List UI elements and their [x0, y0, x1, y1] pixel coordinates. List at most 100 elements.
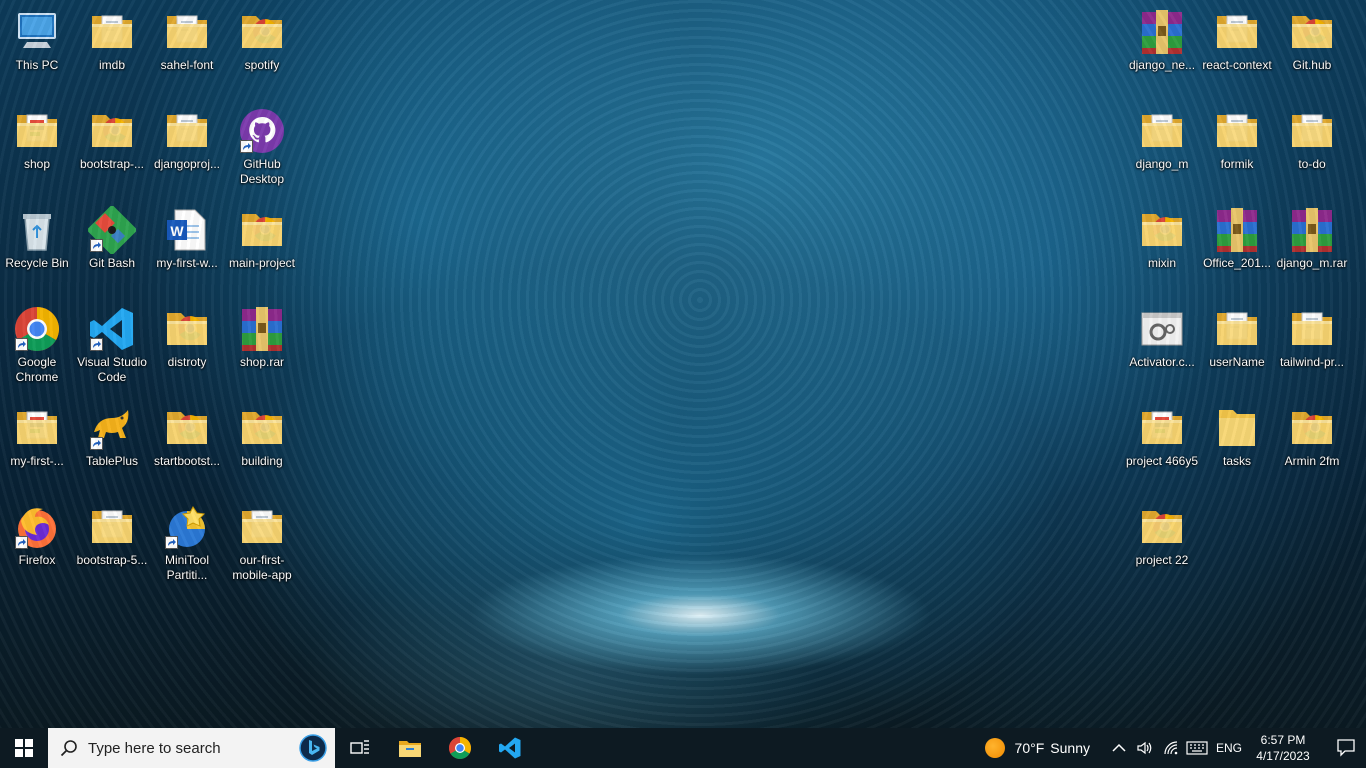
desktop-icon[interactable]: Firefox [0, 503, 75, 568]
desktop-icon-label: main-project [228, 256, 296, 270]
desktop-icon[interactable]: shop [0, 107, 75, 172]
desktop-icon-label: bootstrap-... [79, 157, 145, 171]
notification-icon [1337, 739, 1355, 757]
desktop-icon[interactable]: main-project [224, 206, 300, 271]
desktop-icon[interactable]: formik [1199, 107, 1275, 172]
desktop-icon[interactable]: project 22 [1124, 503, 1200, 568]
desktop-icon-label: Armin 2fm [1284, 454, 1340, 468]
firefox-icon [13, 503, 61, 551]
keyboard-icon [1186, 741, 1208, 755]
taskbar-vscode[interactable] [485, 728, 535, 768]
desktop-icon-label: shop [23, 157, 51, 171]
search-box[interactable]: Type here to search [48, 728, 335, 768]
touch-keyboard-button[interactable] [1185, 740, 1209, 756]
shortcut-arrow-icon [15, 536, 28, 549]
desktop-icon[interactable]: shop.rar [224, 305, 300, 370]
chevron-up-icon [1112, 743, 1126, 752]
desktop-icon[interactable]: Google Chrome [0, 305, 75, 385]
desktop-icon[interactable]: This PC [0, 8, 75, 73]
desktop-icon[interactable]: bootstrap-... [74, 107, 150, 172]
desktop-icon[interactable]: our-first-mobile-app [224, 503, 300, 583]
desktop-icon[interactable]: Activator.c... [1124, 305, 1200, 370]
network-button[interactable] [1159, 740, 1183, 756]
desktop-icon[interactable]: django_m.rar [1274, 206, 1350, 271]
desktop-icon[interactable]: distroty [149, 305, 225, 370]
volume-button[interactable] [1133, 740, 1157, 756]
folder-icon [88, 8, 136, 56]
desktop-icon[interactable]: bootstrap-5... [74, 503, 150, 568]
desktop-background[interactable]: This PC imdb sahel-font spotify shop bootstra… [0, 0, 1366, 728]
desktop-icon[interactable]: project 466y5 [1124, 404, 1200, 469]
tableplus-icon [88, 404, 136, 452]
desktop-icon-label: GitHub Desktop [239, 157, 285, 186]
desktop-icon[interactable]: userName [1199, 305, 1275, 370]
desktop-icon[interactable]: tasks [1199, 404, 1275, 469]
vscode-icon [499, 737, 521, 759]
desktop-icon[interactable]: djangoproj... [149, 107, 225, 172]
desktop-icon[interactable]: Office_201... [1199, 206, 1275, 271]
clock[interactable]: 6:57 PM 4/17/2023 [1252, 732, 1314, 764]
taskbar-file-explorer[interactable] [385, 728, 435, 768]
desktop-icon[interactable]: django_ne... [1124, 8, 1200, 73]
desktop-icon[interactable]: imdb [74, 8, 150, 73]
winrar-icon [238, 305, 286, 353]
desktop-icon-label: Recycle Bin [5, 256, 69, 270]
github-icon [238, 107, 286, 155]
input-language[interactable]: ENG [1216, 741, 1242, 755]
system-tray: 70°F Sunny ENG 6:57 PM 4/17/2023 [984, 728, 1366, 768]
desktop-icon[interactable]: react-context [1199, 8, 1275, 73]
folder-icon [238, 503, 286, 551]
weather-widget[interactable]: 70°F Sunny [984, 738, 1096, 758]
folder-icon [1138, 404, 1186, 452]
desktop-icon[interactable]: Armin 2fm [1274, 404, 1350, 469]
desktop-icon-label: tasks [1222, 454, 1251, 468]
taskbar-chrome[interactable] [435, 728, 485, 768]
desktop-icon[interactable]: django_m [1124, 107, 1200, 172]
show-hidden-icons-button[interactable] [1107, 740, 1131, 756]
start-button[interactable] [0, 728, 48, 768]
desktop-icon[interactable]: Visual Studio Code [74, 305, 150, 385]
folder-icon [163, 107, 211, 155]
desktop-icon-label: This PC [15, 58, 59, 72]
desktop-icon[interactable]: Git.hub [1274, 8, 1350, 73]
desktop-icon-label: django_ne... [1128, 58, 1196, 72]
desktop-icon[interactable]: my-first-... [0, 404, 75, 469]
folder-icon [1213, 107, 1261, 155]
svg-text:W: W [170, 223, 184, 239]
notification-center-button[interactable] [1326, 739, 1366, 757]
folder-chrome-icon [1288, 404, 1336, 452]
settings-file-icon [1138, 305, 1186, 353]
desktop-icon[interactable]: startbootst... [149, 404, 225, 469]
folder-icon [1138, 107, 1186, 155]
desktop-icon[interactable]: spotify [224, 8, 300, 73]
winrar-icon [1138, 8, 1186, 56]
desktop-icon[interactable]: mixin [1124, 206, 1200, 271]
desktop-icon[interactable]: tailwind-pr... [1274, 305, 1350, 370]
desktop-icon[interactable]: building [224, 404, 300, 469]
desktop-icon[interactable]: Recycle Bin [0, 206, 75, 271]
speaker-icon [1137, 741, 1152, 755]
folder-icon [13, 404, 61, 452]
desktop-icon-label: django_m [1135, 157, 1189, 171]
desktop-icon[interactable]: Git Bash [74, 206, 150, 271]
git-bash-icon [88, 206, 136, 254]
chrome-icon [449, 737, 471, 759]
desktop-icon[interactable]: GitHub Desktop [224, 107, 300, 187]
task-view-button[interactable] [335, 728, 385, 768]
desktop-icon[interactable]: to-do [1274, 107, 1350, 172]
desktop-icon[interactable]: MiniTool Partiti... [149, 503, 225, 583]
desktop-icon-label: to-do [1298, 157, 1326, 171]
clock-date: 4/17/2023 [1256, 749, 1310, 763]
desktop-icon-label: djangoproj... [153, 157, 221, 171]
chrome-icon [13, 305, 61, 353]
folder-icon [238, 8, 286, 56]
recycle-bin-icon [13, 206, 61, 254]
desktop-icon[interactable]: TablePlus [74, 404, 150, 469]
folder-chrome-icon [88, 107, 136, 155]
folder-icon [1288, 107, 1336, 155]
desktop-icon[interactable]: sahel-font [149, 8, 225, 73]
shortcut-arrow-icon [90, 239, 103, 252]
bing-icon[interactable] [299, 734, 327, 762]
taskbar: Type here to search 70°F Sunny ENG 6:57 … [0, 728, 1366, 768]
desktop-icon[interactable]: Wmy-first-w... [149, 206, 225, 271]
